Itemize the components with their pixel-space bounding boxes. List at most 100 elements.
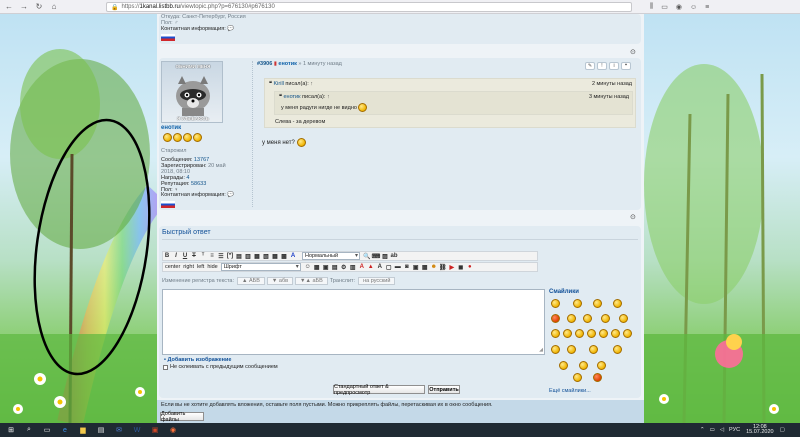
list-item-button[interactable]: [*] <box>226 252 234 260</box>
store-icon[interactable]: ▤ <box>94 423 108 437</box>
smiley-icon[interactable] <box>623 329 632 338</box>
task-view-icon[interactable]: ▭ <box>40 423 54 437</box>
smiley-icon[interactable] <box>593 299 602 308</box>
chat-icon[interactable]: 💬 <box>227 192 234 198</box>
align-right-label[interactable]: right <box>183 264 194 270</box>
quote-up-icon[interactable]: ↑ <box>310 81 313 87</box>
align-left-button[interactable]: ▤ <box>235 252 243 260</box>
info-icon[interactable]: i <box>609 62 619 70</box>
quote-outer-author[interactable]: Kirill <box>274 81 284 87</box>
smiley-icon[interactable] <box>583 314 592 323</box>
align-left-label[interactable]: left <box>197 264 204 270</box>
warning-icon[interactable]: ▲ <box>367 263 375 271</box>
smiley-icon[interactable] <box>551 329 560 338</box>
resize-handle-icon[interactable]: ◢ <box>539 347 543 353</box>
smiley-icon[interactable] <box>575 329 584 338</box>
settings-icon[interactable]: ⚙ <box>340 263 348 271</box>
smile-icon[interactable]: ☻ <box>430 263 438 271</box>
hide-label[interactable]: hide <box>207 264 217 270</box>
case-upper-button[interactable]: ▲ АБВ <box>237 277 265 285</box>
word-icon[interactable]: W <box>130 423 144 437</box>
underline-button[interactable]: U <box>181 252 189 260</box>
box-icon[interactable]: ▢ <box>385 263 393 271</box>
warn-icon[interactable]: ! <box>597 62 607 70</box>
reload-icon[interactable]: ↻ <box>33 1 45 13</box>
add-files-button[interactable]: Добавить файлы <box>160 411 204 423</box>
align-right-button[interactable]: ▦ <box>253 252 261 260</box>
font-size-select[interactable]: Нормальный <box>302 252 360 260</box>
chat-icon[interactable]: 💬 <box>227 26 234 32</box>
lock-small-icon[interactable]: ▣ <box>412 263 420 271</box>
quote-inner-author[interactable]: енотик <box>284 94 301 100</box>
smiley-icon[interactable] <box>551 345 560 354</box>
youtube-icon[interactable]: ▶ <box>448 263 456 271</box>
smiley-icon[interactable] <box>597 361 606 370</box>
menu-icon[interactable]: ≡ <box>705 4 709 11</box>
list-button[interactable]: ≡ <box>208 252 216 260</box>
library-icon[interactable]: ⫼ <box>650 3 653 11</box>
font-color-button[interactable]: A <box>289 252 297 260</box>
message-textarea[interactable]: ◢ <box>162 289 545 355</box>
smiley-icon[interactable] <box>593 373 602 382</box>
smiley-icon[interactable] <box>619 314 628 323</box>
smiley-button[interactable]: ☺ <box>304 263 312 271</box>
table-row-button[interactable]: ▩ <box>280 252 288 260</box>
smiley-icon[interactable] <box>551 314 560 323</box>
smiley-icon[interactable] <box>573 299 582 308</box>
italic-button[interactable]: I <box>172 252 180 260</box>
justify-button[interactable]: ▧ <box>262 252 270 260</box>
add-image-link[interactable]: • Добавить изображение <box>164 357 231 363</box>
post-author[interactable]: енотик <box>278 61 296 67</box>
language-indicator[interactable]: РУС <box>729 427 740 433</box>
app-icon[interactable]: ▣ <box>148 423 162 437</box>
edge-icon[interactable]: e <box>58 423 72 437</box>
post-number[interactable]: #3906 <box>257 61 272 67</box>
address-bar[interactable]: 🔒 https:// 1kanal.listbb.ru /viewtopic.p… <box>106 2 632 12</box>
network-icon[interactable]: ▭ <box>710 427 715 433</box>
smiley-icon[interactable] <box>573 373 582 382</box>
extension-icon[interactable]: ◉ <box>676 3 682 11</box>
back-to-top-icon[interactable]: ⊙ <box>630 213 636 221</box>
spoiler-icon[interactable]: ▨ <box>381 252 389 260</box>
align-center-button[interactable]: ▥ <box>244 252 252 260</box>
stat-reputation-value[interactable]: 58633 <box>191 181 206 187</box>
photo-icon[interactable]: ◙ <box>403 263 411 271</box>
case-invert-button[interactable]: ▼▲ аБВ <box>295 277 328 285</box>
windows-start-icon[interactable]: ⊞ <box>4 423 18 437</box>
chart-icon[interactable]: ▥ <box>349 263 357 271</box>
folder-icon[interactable]: ▆ <box>76 423 90 437</box>
back-arrow-icon[interactable]: ← <box>3 1 15 13</box>
media-icon[interactable]: ◼ <box>457 263 465 271</box>
advanced-reply-button[interactable]: Стандартный ответ & предпросмотр <box>333 384 425 396</box>
quote-icon[interactable]: ❝ <box>621 62 631 70</box>
clock[interactable]: 12:08 15.07.2020 <box>746 424 774 436</box>
smiley-icon[interactable] <box>559 361 568 370</box>
smiley-icon[interactable] <box>563 329 572 338</box>
code-icon[interactable]: ⌨ <box>372 252 381 260</box>
notifications-icon[interactable]: ▢ <box>780 427 785 433</box>
smiley-icon[interactable] <box>551 299 560 308</box>
search-icon[interactable]: ⌕ <box>22 423 36 437</box>
align-center-label[interactable]: center <box>165 264 180 270</box>
clipboard-icon[interactable]: ▦ <box>421 263 429 271</box>
text-icon[interactable]: A <box>376 263 384 271</box>
to-russian-button[interactable]: на русский <box>358 277 396 285</box>
smiley-icon[interactable] <box>567 345 576 354</box>
film-icon[interactable]: ▤ <box>331 263 339 271</box>
smiley-icon[interactable] <box>589 345 598 354</box>
no-merge-checkbox[interactable] <box>163 364 168 370</box>
forward-arrow-icon[interactable]: → <box>18 1 30 13</box>
firefox-icon[interactable]: ◉ <box>166 423 180 437</box>
more-smilies-link[interactable]: Ещё смайлики... <box>549 388 591 394</box>
bold-button[interactable]: B <box>163 252 171 260</box>
sidebar-icon[interactable]: ▭ <box>661 3 668 11</box>
smiley-icon[interactable] <box>567 314 576 323</box>
smiley-icon[interactable] <box>579 361 588 370</box>
back-to-top-icon[interactable]: ⊙ <box>630 48 636 56</box>
search-icon[interactable]: 🔍 <box>363 252 371 260</box>
send-button[interactable]: Отправить <box>428 385 460 394</box>
smiley-icon[interactable] <box>611 329 620 338</box>
volume-icon[interactable]: ◁ <box>720 427 724 433</box>
highlight-icon[interactable]: A <box>358 263 366 271</box>
mail-icon[interactable]: ✉ <box>112 423 126 437</box>
